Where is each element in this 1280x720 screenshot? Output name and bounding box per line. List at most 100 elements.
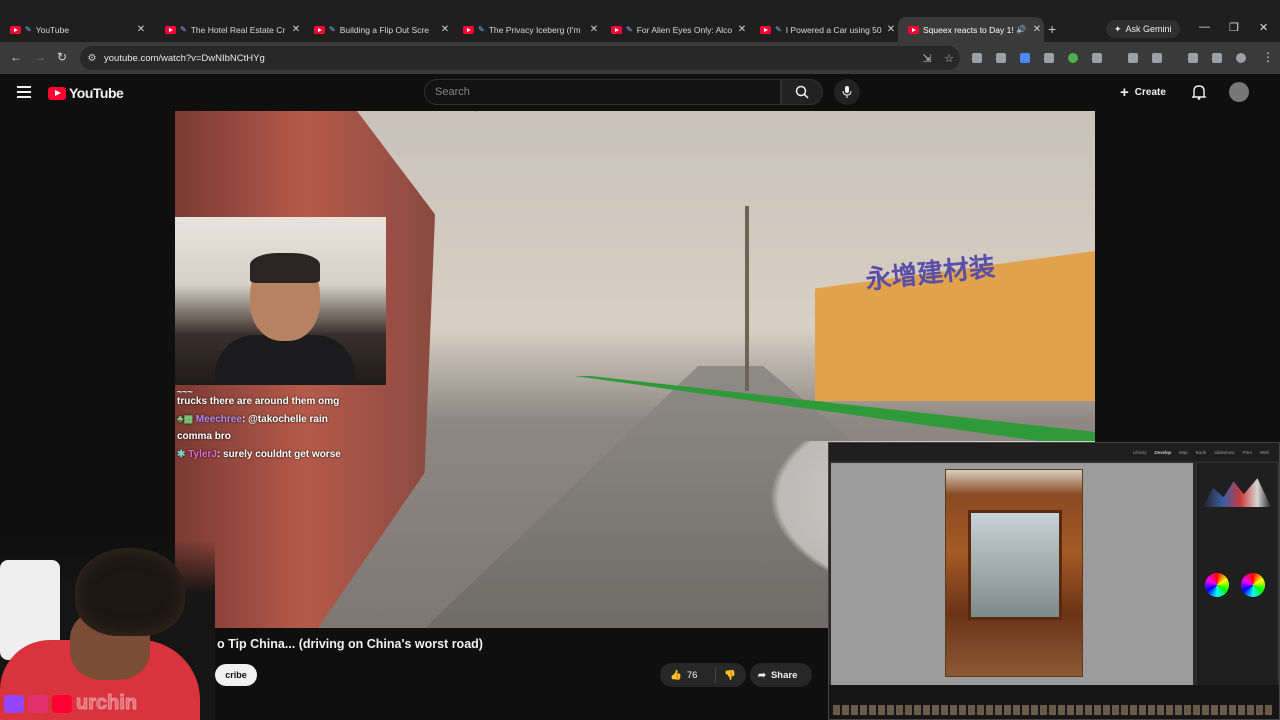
youtube-favicon-icon (908, 25, 919, 34)
audio-playing-icon[interactable]: 🔊 (1016, 25, 1026, 34)
module-book: Book (1195, 449, 1207, 455)
close-tab-icon[interactable]: ✕ (884, 24, 898, 35)
gemini-icon: ✦ (1114, 23, 1122, 34)
chat-username: TylerJ (188, 448, 217, 460)
browser-menu-icon[interactable]: ⋮ (1262, 50, 1274, 64)
hamburger-menu-icon[interactable] (17, 86, 31, 101)
close-tab-icon[interactable]: ✕ (735, 24, 749, 35)
ask-gemini-label: Ask Gemini (1125, 24, 1172, 34)
extension-icon[interactable] (972, 53, 982, 63)
close-window-icon[interactable]: ✕ (1259, 21, 1268, 34)
speaker-icon: ✎ (775, 25, 782, 34)
reload-icon[interactable]: ↻ (57, 50, 67, 64)
subscribe-button[interactable]: cribe (215, 664, 257, 686)
streamer-hair (75, 548, 185, 636)
browser-tab[interactable]: ✎ I Powered a Car using 50 ✕ (750, 17, 898, 42)
notifications-bell-icon[interactable] (1192, 84, 1206, 100)
account-avatar[interactable] (1229, 82, 1249, 102)
browser-tab[interactable]: ✎ Building a Flip Out Scre ✕ (304, 17, 452, 42)
youtube-favicon-icon (165, 25, 176, 34)
thumbs-down-icon: 👎 (724, 669, 736, 681)
tab-title: The Privacy Iceberg (I'm (488, 24, 581, 35)
extensions-puzzle-icon[interactable] (1092, 53, 1102, 63)
bookmarks-icon[interactable] (1128, 53, 1138, 63)
extension-icon[interactable] (1068, 53, 1078, 63)
microphone-icon (842, 86, 852, 98)
lightroom-right-panel (1197, 463, 1277, 719)
filmstrip-thumbnails (833, 705, 1273, 715)
youtube-logo[interactable]: YouTube (48, 85, 124, 101)
close-tab-icon[interactable]: ✕ (134, 24, 148, 35)
youtube-favicon-icon (463, 25, 474, 34)
minimize-window-icon[interactable]: — (1199, 21, 1210, 33)
speaker-icon: ✎ (25, 25, 32, 34)
youtube-icon (52, 694, 72, 713)
address-bar[interactable]: ⚙ youtube.com/watch?v=DwNIbNCtHYg ⇲ ☆ (80, 46, 960, 70)
tab-title: The Hotel Real Estate Cr (190, 24, 286, 35)
module-web: Web (1259, 449, 1269, 455)
chat-text: : surely couldnt get worse (216, 448, 341, 460)
ask-gemini-button[interactable]: ✦ Ask Gemini (1106, 20, 1180, 38)
share-button[interactable]: ➦ Share (750, 663, 812, 687)
chat-username: Meechree (195, 413, 242, 425)
voice-search-button[interactable] (834, 79, 860, 105)
youtube-header: YouTube Search + Create (0, 74, 1280, 112)
module-library: Library (1132, 449, 1147, 455)
stream-chat-overlay: ~~~ trucks there are around them omg ♣▦ … (177, 387, 377, 463)
close-tab-icon[interactable]: ✕ (289, 24, 303, 35)
bookmark-star-icon[interactable]: ☆ (938, 52, 960, 65)
chat-text: comma bro (177, 431, 231, 442)
browser-tab[interactable]: ✎ For Alien Eyes Only: Alco ✕ (601, 17, 749, 42)
create-button[interactable]: + Create (1120, 81, 1166, 103)
close-tab-icon[interactable]: ✕ (1030, 24, 1044, 35)
new-tab-button[interactable]: + (1048, 21, 1056, 37)
tab-title: For Alien Eyes Only: Alco (636, 24, 733, 35)
youtube-wordmark: YouTube (69, 85, 124, 101)
like-button[interactable]: 👍 76 (660, 667, 716, 683)
lightroom-module-bar: Library Develop Map Book Slideshow Print… (829, 443, 1279, 461)
video-title: o Tip China... (driving on China's worst… (217, 637, 483, 651)
lightroom-overlay: Library Develop Map Book Slideshow Print… (828, 442, 1280, 720)
browser-tab[interactable]: ✎ The Privacy Iceberg (I'm ✕ (453, 17, 601, 42)
close-tab-icon[interactable]: ✕ (438, 24, 452, 35)
chat-line: comma bro (177, 428, 377, 446)
install-app-icon[interactable]: ⇲ (916, 52, 938, 65)
chat-text: : @takochelle rain (241, 413, 328, 425)
chat-text: trucks there are around them omg (177, 396, 340, 407)
media-icon[interactable] (1212, 53, 1222, 63)
speaker-icon: ✎ (626, 25, 633, 34)
like-dislike-group: 👍 76 👎 (660, 663, 746, 687)
browser-tab[interactable]: ✎ The Hotel Real Estate Cr ✕ (155, 17, 303, 42)
plus-icon: + (1120, 83, 1129, 101)
browser-toolbar: ← → ↻ ⚙ youtube.com/watch?v=DwNIbNCtHYg … (0, 42, 1280, 74)
profile-avatar[interactable] (1236, 53, 1246, 63)
extension-icon[interactable] (1020, 53, 1030, 63)
browser-tab-active[interactable]: Squeex reacts to Day 1! 🔊 ✕ (898, 17, 1044, 42)
dislike-button[interactable]: 👎 (716, 670, 736, 681)
cabinet-glass (968, 510, 1062, 620)
speaker-icon: ✎ (180, 25, 187, 34)
search-input[interactable]: Search (424, 79, 781, 105)
extension-icon[interactable] (1044, 53, 1054, 63)
back-arrow-icon[interactable]: ← (10, 50, 22, 64)
search-button[interactable] (781, 79, 823, 105)
restore-window-icon[interactable]: ❐ (1229, 21, 1239, 34)
webcam-person-hair (250, 253, 320, 283)
youtube-favicon-icon (314, 25, 325, 34)
site-info-icon[interactable]: ⚙ (80, 53, 104, 64)
url-text[interactable]: youtube.com/watch?v=DwNIbNCtHYg (104, 53, 916, 64)
youtube-favicon-icon (611, 25, 622, 34)
close-tab-icon[interactable]: ✕ (587, 24, 601, 35)
browser-tab[interactable]: ✎ YouTube ✕ (0, 17, 148, 42)
forward-arrow-icon[interactable]: → (34, 50, 46, 64)
download-icon[interactable] (1188, 53, 1198, 63)
thumbs-up-icon: 👍 (670, 669, 682, 681)
utility-pole (745, 206, 749, 391)
side-panel-icon[interactable] (1152, 53, 1162, 63)
search-icon (795, 85, 809, 99)
module-develop: Develop (1154, 449, 1172, 455)
extension-icon[interactable] (996, 53, 1006, 63)
cabinet-photo (945, 469, 1083, 677)
youtube-favicon-icon (760, 25, 771, 34)
chat-line: ✱ TylerJ: surely couldnt get worse (177, 446, 377, 464)
